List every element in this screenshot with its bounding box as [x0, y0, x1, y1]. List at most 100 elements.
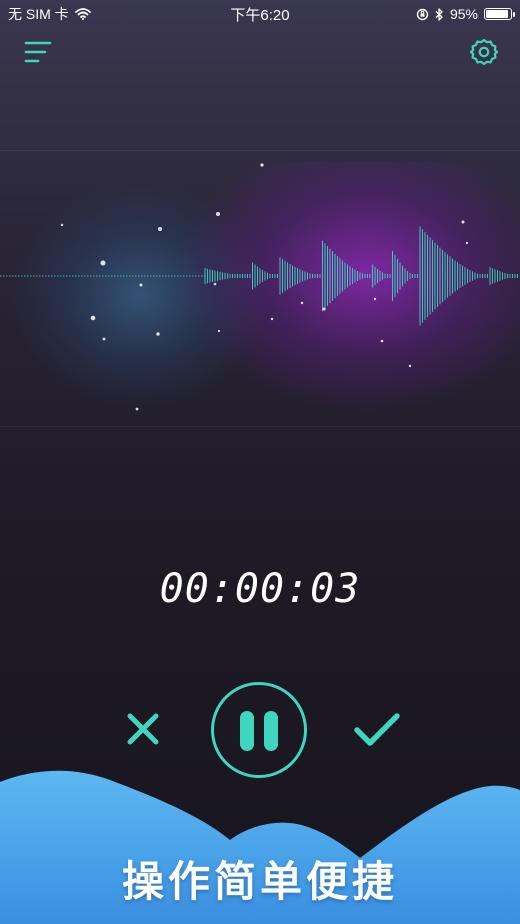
- gear-icon[interactable]: [470, 38, 498, 66]
- sparkle-dot: [380, 339, 384, 343]
- waveform-baseline-dot: [192, 275, 194, 277]
- waveform-baseline-dot: [96, 275, 98, 277]
- waveform-baseline-dot: [162, 275, 164, 277]
- waveform-baseline-dot: [6, 275, 8, 277]
- waveform-baseline-dot: [9, 275, 11, 277]
- waveform-baseline-dot: [201, 275, 203, 277]
- waveform-visualizer: [0, 150, 520, 427]
- waveform-baseline-dot: [117, 275, 119, 277]
- waveform-baseline-dot: [159, 275, 161, 277]
- promo-caption: 操作简单便捷: [121, 858, 398, 905]
- sparkle-dot: [270, 317, 274, 321]
- pause-bar-left: [240, 711, 254, 751]
- waveform-baseline-dot: [111, 275, 113, 277]
- waveform-baseline-dot: [48, 275, 50, 277]
- waveform-baseline-dot: [177, 275, 179, 277]
- sparkle-dot: [217, 329, 221, 333]
- pause-bar-right: [264, 711, 278, 751]
- waveform-baseline-dot: [102, 275, 104, 277]
- sparkle-dot: [461, 220, 465, 224]
- waveform-baseline-dot: [198, 275, 200, 277]
- waveform-baseline-dot: [114, 275, 116, 277]
- waveform-baseline-dot: [195, 275, 197, 277]
- waveform-baseline-dot: [84, 275, 86, 277]
- waveform-baseline-dot: [168, 275, 170, 277]
- waveform-baseline-dot: [30, 275, 32, 277]
- close-icon[interactable]: [122, 708, 164, 750]
- waveform-baseline-dot: [42, 275, 44, 277]
- waveform-baseline-dot: [78, 275, 80, 277]
- sparkle-dot: [216, 212, 220, 216]
- waveform-baseline-dot: [24, 275, 26, 277]
- waveform-baseline-dot: [75, 275, 77, 277]
- sparkle-dot: [260, 163, 264, 167]
- sparkle-dot: [100, 260, 106, 266]
- battery-icon: [484, 8, 515, 20]
- waveform-baseline-dot: [81, 275, 83, 277]
- sparkle-dot: [139, 283, 143, 287]
- waveform-baseline-dot: [90, 275, 92, 277]
- waveform-baseline-dot: [57, 275, 59, 277]
- waveform-baseline-dot: [135, 275, 137, 277]
- sparkle-dot: [465, 241, 469, 245]
- status-time: 下午6:20: [230, 6, 290, 24]
- waveform-baseline-dot: [189, 275, 191, 277]
- waveform-baseline-dot: [108, 275, 110, 277]
- waveform-baseline-dot: [138, 275, 140, 277]
- sparkle-dot: [300, 301, 304, 305]
- menu-icon[interactable]: [24, 38, 52, 66]
- waveform-baseline-dot: [174, 275, 176, 277]
- waveform-baseline-dot: [45, 275, 47, 277]
- carrier-label: 无 SIM 卡: [8, 6, 69, 22]
- waveform-baseline-dot: [132, 275, 134, 277]
- sparkle-dot: [90, 315, 96, 321]
- waveform-baseline-dot: [123, 275, 125, 277]
- checkmark-icon[interactable]: [352, 710, 402, 750]
- sparkle-dot: [135, 407, 139, 411]
- sparkle-dot: [158, 227, 162, 231]
- waveform-baseline-dot: [36, 275, 38, 277]
- waveform-baseline-dot: [129, 275, 131, 277]
- waveform-baseline-dot: [141, 275, 143, 277]
- waveform-baseline-dot: [72, 275, 74, 277]
- waveform-baseline-dot: [39, 275, 41, 277]
- waveform-baseline-dot: [147, 275, 149, 277]
- waveform-baseline-dot: [69, 275, 71, 277]
- waveform-baseline-dot: [126, 275, 128, 277]
- elapsed-timer: 00:00:03: [159, 566, 361, 612]
- sparkle-dot: [408, 364, 412, 368]
- battery-fill: [486, 10, 508, 18]
- battery-percent: 95%: [449, 6, 478, 22]
- sparkle-dot: [156, 332, 160, 336]
- waveform-baseline-dot: [66, 275, 68, 277]
- waveform-baseline-dot: [3, 275, 5, 277]
- sparkle-dot: [213, 282, 217, 286]
- waveform-baseline-dot: [51, 275, 53, 277]
- waveform-baseline-dot: [99, 275, 101, 277]
- waveform-baseline-dot: [21, 275, 23, 277]
- status-right: 95%: [416, 6, 520, 22]
- status-left: 无 SIM 卡: [0, 4, 91, 24]
- waveform-baseline-dot: [27, 275, 29, 277]
- waveform-baseline-dot: [183, 275, 185, 277]
- waveform: [0, 163, 518, 411]
- waveform-baseline-dot: [153, 275, 155, 277]
- waveform-baseline-dot: [186, 275, 188, 277]
- waveform-baseline-dot: [15, 275, 17, 277]
- orientation-lock-icon: [416, 8, 429, 20]
- bluetooth-icon: [435, 7, 443, 21]
- sparkle-dot: [60, 223, 64, 227]
- waveform-baseline-dot: [12, 275, 14, 277]
- status-bar: 无 SIM 卡 下午6:20 95%: [0, 0, 520, 28]
- waveform-baseline-dot: [33, 275, 35, 277]
- waveform-baseline-dot: [120, 275, 122, 277]
- sparkle-dot: [322, 307, 326, 311]
- sparkle-dot: [102, 337, 106, 341]
- waveform-baseline-dot: [171, 275, 173, 277]
- waveform-baseline-dot: [87, 275, 89, 277]
- wifi-icon: [74, 8, 91, 20]
- sparkle-dot: [373, 297, 377, 301]
- waveform-baseline-dot: [60, 275, 62, 277]
- waveform-baseline-dot: [156, 275, 158, 277]
- waveform-baseline-dot: [0, 275, 2, 277]
